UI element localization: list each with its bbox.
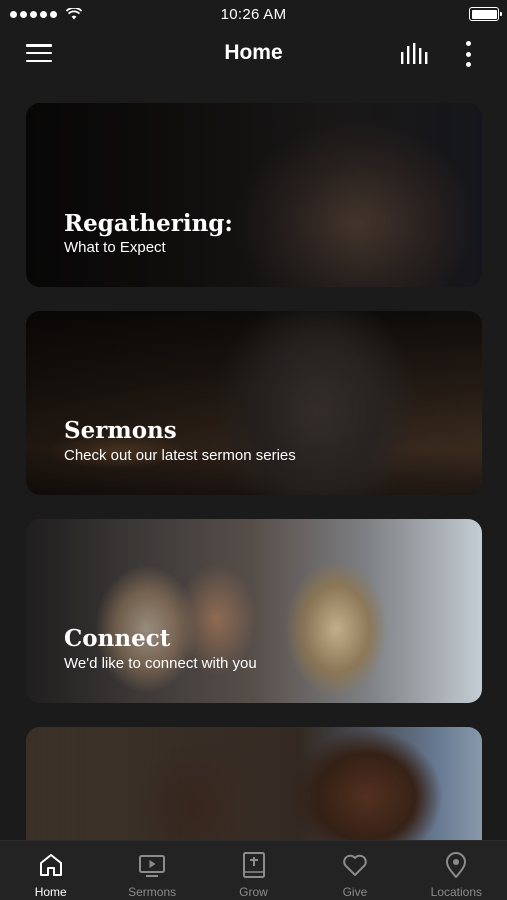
tab-label: Locations [430, 885, 483, 899]
map-pin-icon [446, 852, 467, 878]
bible-icon [242, 852, 265, 878]
play-screen-icon [139, 855, 166, 877]
tab-grow[interactable]: Grow [203, 841, 304, 900]
battery-icon [469, 7, 502, 21]
card-regathering[interactable]: Regathering: What to Expect [26, 103, 482, 287]
more-vertical-icon[interactable] [458, 39, 478, 69]
card-title: Sermons [64, 417, 177, 444]
home-icon [39, 854, 62, 876]
tab-home[interactable]: Home [0, 841, 101, 900]
nav-bar: Home [0, 30, 507, 76]
tab-label: Give [342, 885, 368, 899]
card-image-shade [26, 311, 482, 495]
card-subtitle: We'd like to connect with you [64, 655, 257, 672]
tab-label: Grow [239, 885, 268, 899]
heart-icon [343, 854, 367, 876]
tab-bar: Home Sermons Grow Give Locations [0, 840, 507, 900]
tab-label: Sermons [128, 885, 177, 899]
status-bar: 10:26 AM [0, 0, 507, 28]
card-title: Regathering: [64, 210, 233, 237]
card-subtitle: What to Expect [64, 239, 166, 256]
status-time: 10:26 AM [220, 5, 287, 23]
card-sermons[interactable]: Sermons Check out our latest sermon seri… [26, 311, 482, 495]
tab-label: Home [34, 885, 67, 899]
card-image-shade [26, 103, 482, 287]
card-subtitle: Check out our latest sermon series [64, 447, 296, 464]
tab-locations[interactable]: Locations [406, 841, 507, 900]
card-connect[interactable]: Connect We'd like to connect with you [26, 519, 482, 703]
tab-sermons[interactable]: Sermons [101, 841, 202, 900]
card-title: Connect [64, 625, 171, 652]
audio-bars-icon[interactable] [398, 42, 432, 66]
card-image-shade [26, 519, 482, 703]
tab-give[interactable]: Give [304, 841, 405, 900]
